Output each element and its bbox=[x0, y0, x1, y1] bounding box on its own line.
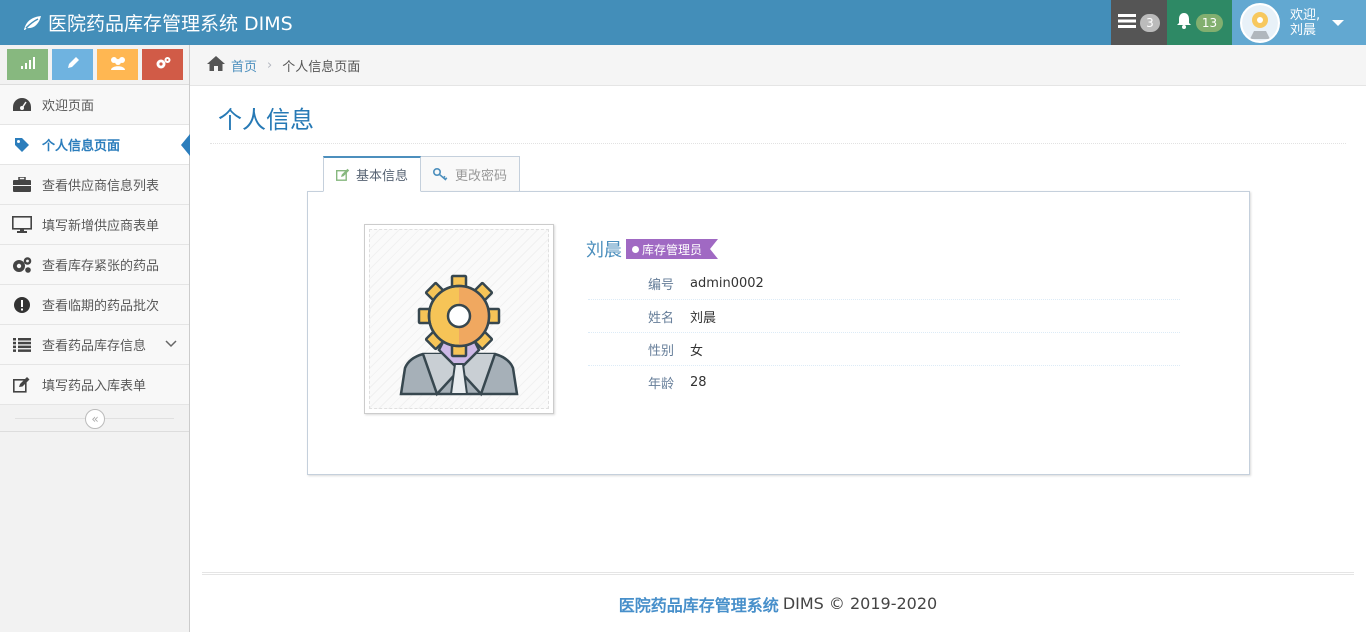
page-title: 个人信息 bbox=[218, 106, 314, 134]
sidebar-item-suppliers[interactable]: 查看供应商信息列表 bbox=[0, 165, 189, 205]
leaf-icon bbox=[22, 15, 42, 31]
sidebar-item-add-supplier[interactable]: 填写新增供应商表单 bbox=[0, 205, 189, 245]
tab-content-basic-info: 刘晨 库存管理员 编号 admin0002 姓名 刘晨 性别 女 年龄 28 bbox=[307, 191, 1250, 475]
pencil-icon bbox=[66, 56, 80, 74]
navbar: 医院药品库存管理系统 DIMS 3 13 欢迎, 刘晨 bbox=[0, 0, 1366, 45]
footer: 医院药品库存管理系统 DIMS © 2019-2020 bbox=[202, 572, 1354, 632]
edit-icon bbox=[336, 168, 350, 181]
info-row-id: 编号 admin0002 bbox=[588, 267, 1180, 300]
chevron-down-icon bbox=[165, 337, 177, 352]
edit-icon bbox=[12, 375, 32, 395]
tag-icon bbox=[12, 135, 32, 155]
notifications-button[interactable]: 13 bbox=[1167, 0, 1232, 45]
cogs-icon bbox=[12, 255, 32, 275]
notifications-count-badge: 13 bbox=[1195, 13, 1224, 32]
user-avatar-image bbox=[399, 274, 519, 397]
sidebar-item-profile[interactable]: 个人信息页面 bbox=[0, 125, 190, 165]
role-badge: 库存管理员 bbox=[626, 239, 719, 259]
briefcase-icon bbox=[12, 175, 32, 195]
caret-down-icon bbox=[1332, 19, 1345, 26]
user-menu-button[interactable]: 欢迎, 刘晨 bbox=[1232, 0, 1366, 45]
sidebar: 欢迎页面 个人信息页面 查看供应商信息列表 填写新增供应商表单 查看库存紧张的药… bbox=[0, 45, 190, 632]
avatar bbox=[1240, 2, 1280, 43]
sidebar-item-stock-in[interactable]: 填写药品入库表单 bbox=[0, 365, 189, 405]
circle-icon bbox=[632, 245, 639, 253]
breadcrumb-home-link[interactable]: 首页 bbox=[231, 56, 257, 75]
profile-name-row: 刘晨 库存管理员 bbox=[586, 236, 719, 262]
shortcut-stats-button[interactable] bbox=[7, 49, 48, 80]
sidebar-item-inventory[interactable]: 查看药品库存信息 bbox=[0, 325, 189, 365]
dashboard-icon bbox=[12, 95, 32, 115]
bell-icon bbox=[1176, 12, 1192, 33]
shortcut-settings-button[interactable] bbox=[142, 49, 183, 80]
tab-change-password[interactable]: 更改密码 bbox=[420, 156, 521, 192]
brand[interactable]: 医院药品库存管理系统 DIMS bbox=[22, 0, 293, 45]
users-icon bbox=[109, 56, 127, 74]
shortcut-edit-button[interactable] bbox=[52, 49, 93, 80]
tab-basic-info[interactable]: 基本信息 bbox=[323, 156, 422, 192]
sidebar-shortcuts bbox=[0, 45, 189, 85]
breadcrumb-current: 个人信息页面 bbox=[282, 59, 361, 75]
double-chevron-left-icon[interactable]: « bbox=[85, 409, 105, 429]
profile-info-table: 编号 admin0002 姓名 刘晨 性别 女 年龄 28 bbox=[588, 267, 1180, 399]
breadcrumb-separator: › bbox=[267, 57, 273, 73]
profile-picture[interactable] bbox=[364, 224, 554, 414]
footer-brand: 医院药品库存管理系统 bbox=[618, 595, 779, 615]
user-greeting: 欢迎, 刘晨 bbox=[1290, 7, 1321, 38]
sidebar-item-expiring[interactable]: 查看临期的药品批次 bbox=[0, 285, 189, 325]
page-header: 个人信息 bbox=[210, 86, 1346, 144]
home-icon bbox=[207, 55, 225, 75]
desktop-icon bbox=[12, 215, 32, 235]
profile-name: 刘晨 bbox=[586, 240, 622, 261]
signal-icon bbox=[20, 56, 35, 73]
sidebar-collapse-bar: « bbox=[0, 405, 189, 432]
tasks-count-badge: 3 bbox=[1140, 13, 1160, 32]
info-row-age: 年龄 28 bbox=[647, 375, 707, 392]
exclamation-icon bbox=[12, 295, 32, 315]
key-icon bbox=[433, 167, 449, 181]
profile-tabs: 基本信息 更改密码 bbox=[323, 156, 521, 192]
cogs-icon bbox=[155, 56, 171, 74]
info-row-gender: 性别 女 bbox=[588, 333, 1180, 366]
tasks-button[interactable]: 3 bbox=[1111, 0, 1167, 45]
sidebar-item-low-stock[interactable]: 查看库存紧张的药品 bbox=[0, 245, 189, 285]
list-icon bbox=[12, 335, 32, 355]
breadcrumb: 首页 › 个人信息页面 bbox=[190, 45, 1366, 86]
info-row-name: 姓名 刘晨 bbox=[588, 300, 1180, 333]
shortcut-users-button[interactable] bbox=[97, 49, 138, 80]
tasks-icon bbox=[1118, 13, 1137, 32]
sidebar-item-welcome[interactable]: 欢迎页面 bbox=[0, 85, 189, 125]
app-title: 医院药品库存管理系统 DIMS bbox=[48, 13, 293, 35]
footer-copyright: DIMS © 2019-2020 bbox=[782, 594, 938, 613]
user-name: 刘晨 bbox=[1290, 22, 1317, 38]
